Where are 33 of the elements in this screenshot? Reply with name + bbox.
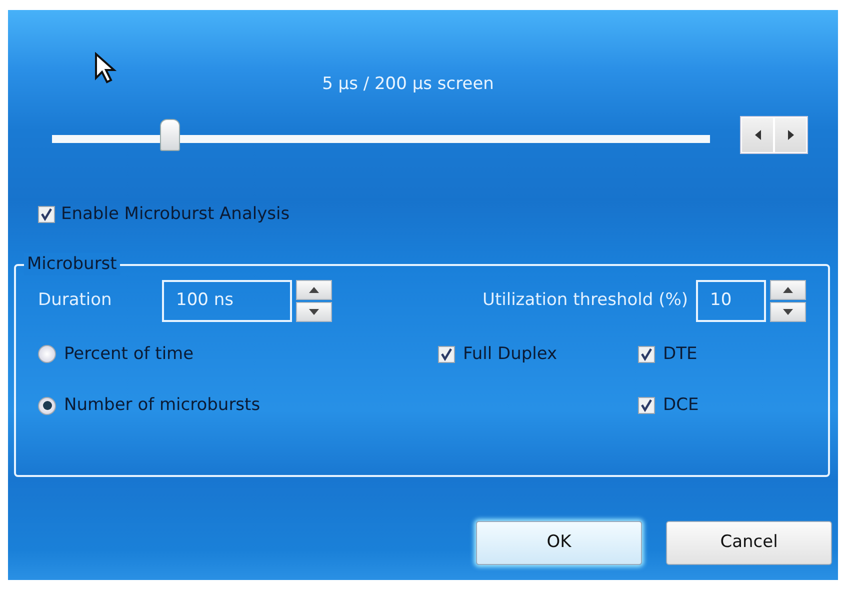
field-label: Utilization threshold (%)	[482, 288, 688, 312]
checkbox[interactable]	[638, 346, 655, 363]
input-field[interactable]: 10	[696, 280, 766, 322]
spin-up-button[interactable]	[770, 280, 806, 300]
scale-label: 5 µs / 200 µs screen	[322, 74, 494, 94]
right-arrow-icon	[788, 130, 794, 140]
spin-up-button[interactable]	[296, 280, 332, 300]
ok-button[interactable]: OK	[476, 520, 642, 564]
mouse-pointer-icon	[94, 52, 118, 84]
step-right-button[interactable]	[774, 117, 807, 153]
checkbox-label: Full Duplex	[463, 342, 558, 366]
checkbox[interactable]	[438, 346, 455, 363]
cancel-button[interactable]: Cancel	[666, 520, 832, 564]
field-label: Duration	[38, 288, 113, 312]
radio-label: Number of microbursts	[64, 394, 260, 417]
up-arrow-icon	[309, 286, 319, 292]
step-left-button[interactable]	[741, 117, 774, 153]
down-arrow-icon	[783, 308, 793, 314]
radio-button[interactable]	[38, 345, 56, 364]
slider-thumb[interactable]	[160, 119, 180, 151]
spin-down-button[interactable]	[770, 302, 806, 322]
spin-down-button[interactable]	[296, 302, 332, 322]
checkbox-label: DTE	[663, 342, 698, 366]
checkbox-label: Enable Microburst Analysis	[61, 203, 290, 226]
radio-button[interactable]	[38, 396, 56, 415]
left-arrow-icon	[754, 130, 760, 140]
down-arrow-icon	[309, 308, 319, 314]
checkbox[interactable]	[638, 397, 655, 414]
radio-label: Percent of time	[64, 342, 194, 366]
up-arrow-icon	[783, 286, 793, 292]
input-field[interactable]: 100 ns	[162, 280, 292, 322]
checkbox-label: DCE	[663, 394, 699, 417]
checkbox[interactable]	[38, 206, 55, 224]
